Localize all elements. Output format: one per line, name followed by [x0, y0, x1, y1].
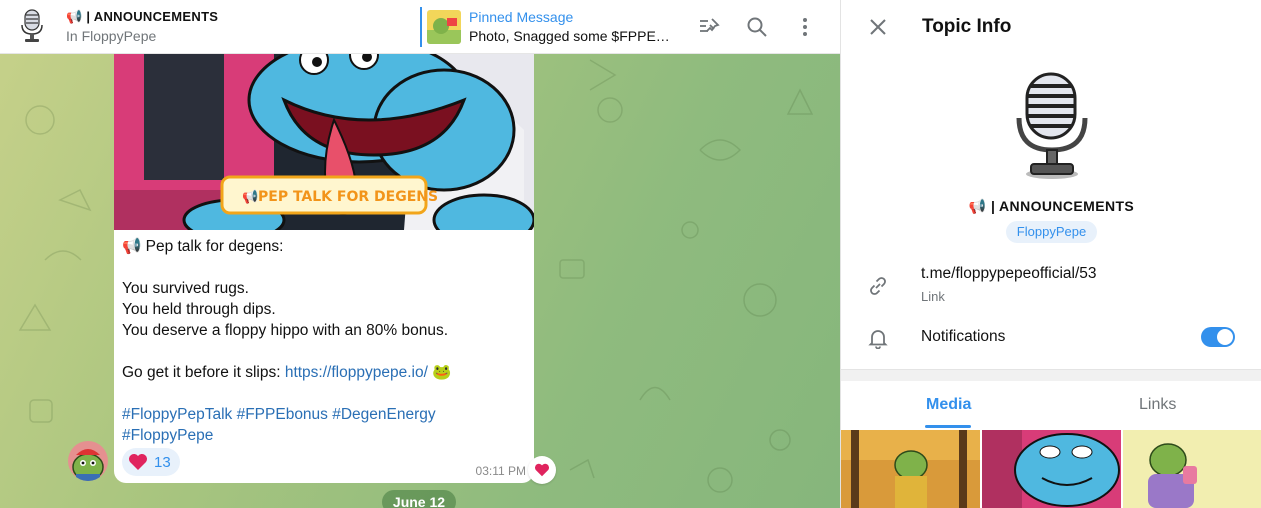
hashtags[interactable]: #FloppyPepe: [122, 425, 526, 446]
heart-icon: [535, 463, 549, 477]
search-icon[interactable]: [744, 14, 770, 40]
more-options-icon[interactable]: [792, 14, 818, 40]
message-line: You held through dips.: [122, 301, 276, 318]
message-photo[interactable]: 📢 PEP TALK FOR DEGENS: [114, 40, 534, 247]
message-bubble[interactable]: 📢 PEP TALK FOR DEGENS 📢 Pep talk for deg…: [114, 40, 534, 483]
message-text: 📢 Pep talk for degens: You survived rugs…: [122, 236, 526, 446]
active-tab-indicator: [925, 425, 971, 428]
hashtags[interactable]: #FloppyPepTalk #FPPEbonus #DegenEnergy: [122, 404, 526, 425]
pinned-message-bar[interactable]: Pinned Message Photo, Snagged some $FPPE…: [420, 7, 682, 47]
notifications-label: Notifications: [921, 328, 1006, 345]
message-cta-line: Go get it before it slips: https://flopp…: [122, 362, 526, 383]
close-icon[interactable]: [865, 14, 891, 40]
message-line: You survived rugs.: [122, 280, 249, 297]
group-chip[interactable]: FloppyPepe: [1006, 221, 1097, 243]
photo-banner-text: PEP TALK FOR DEGENS: [258, 189, 438, 205]
microphone-icon: [1009, 70, 1095, 180]
sender-avatar[interactable]: [68, 441, 108, 481]
tab-links[interactable]: Links: [1139, 396, 1176, 414]
bell-icon: [865, 325, 891, 351]
section-divider: [841, 369, 1261, 381]
message-line: You deserve a floppy hippo with an 80% b…: [122, 322, 449, 339]
chat-title[interactable]: 📢 | ANNOUNCEMENTS: [66, 9, 218, 25]
tab-media[interactable]: Media: [926, 396, 971, 414]
link-icon: [865, 273, 891, 299]
message-time: 03:11 PM: [475, 464, 526, 478]
chat-area: 📢 | ANNOUNCEMENTS In FloppyPepe Pinned M…: [0, 0, 840, 508]
cta-prefix: Go get it before it slips:: [122, 364, 285, 381]
quick-reaction-heart[interactable]: [528, 456, 556, 484]
unpin-all-icon[interactable]: [696, 14, 722, 40]
frog-emoji: 🐸: [427, 364, 452, 381]
panel-title: Topic Info: [922, 16, 1012, 37]
topic-name: 📢 | ANNOUNCEMENTS: [968, 198, 1135, 214]
chat-header: 📢 | ANNOUNCEMENTS In FloppyPepe Pinned M…: [0, 0, 840, 54]
chat-subtitle[interactable]: In FloppyPepe: [66, 28, 156, 44]
message-line: [122, 383, 526, 404]
toggle-knob: [1217, 329, 1233, 345]
website-link[interactable]: https://floppypepe.io/: [285, 364, 428, 381]
heart-icon: [129, 454, 147, 470]
message-line: [122, 341, 526, 362]
pinned-text: Photo, Snagged some $FPPE? …: [469, 28, 674, 44]
topic-info-panel: Topic Info 📢 | ANNOUNCEMENTS FloppyPepe …: [840, 0, 1261, 508]
topic-link[interactable]: t.me/floppypepeofficial/53: [921, 265, 1097, 283]
media-thumbnail[interactable]: [841, 430, 980, 508]
message-line: [122, 257, 526, 278]
date-separator: June 12: [382, 490, 456, 508]
media-thumbnail[interactable]: [982, 430, 1121, 508]
media-grid: [841, 430, 1261, 508]
reaction-count: 13: [154, 453, 171, 471]
topic-link-label: Link: [921, 289, 945, 304]
notifications-toggle[interactable]: [1201, 327, 1235, 347]
svg-text:📢: 📢: [242, 189, 258, 205]
pinned-thumbnail: [427, 10, 461, 44]
media-thumbnail[interactable]: [1123, 430, 1261, 508]
heart-reaction-button[interactable]: 13: [122, 448, 180, 476]
message-line: 📢 Pep talk for degens:: [122, 238, 284, 255]
pinned-title: Pinned Message: [469, 9, 574, 25]
topic-avatar-icon[interactable]: [17, 9, 47, 43]
